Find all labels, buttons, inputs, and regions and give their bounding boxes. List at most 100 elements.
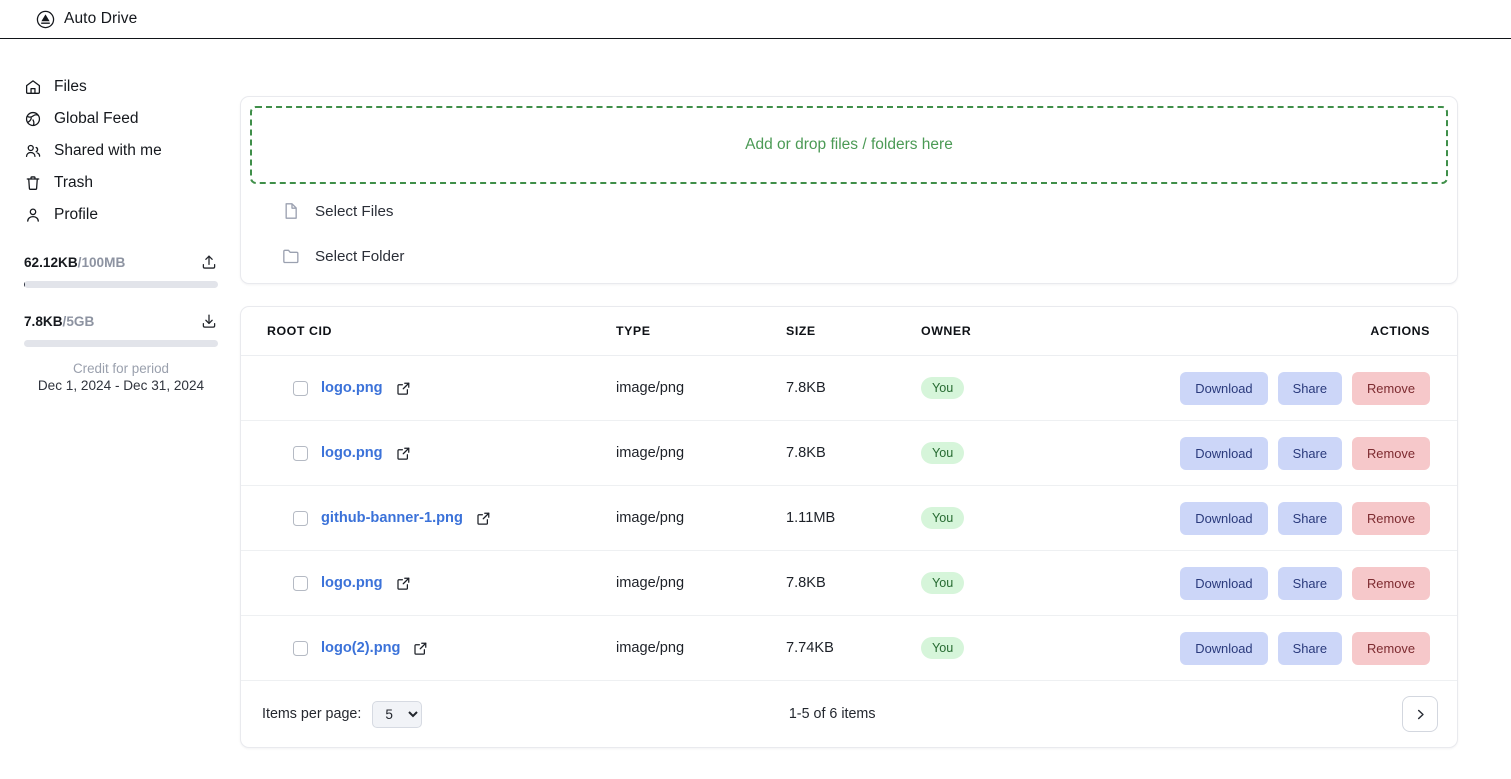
- table-row: logo.png image/png 7.8KB You Download Share Re…: [241, 355, 1457, 421]
- download-button[interactable]: Download: [1180, 371, 1268, 405]
- remove-button[interactable]: Remove: [1352, 566, 1430, 600]
- cell-root-cid: github-banner-1.png: [241, 485, 616, 551]
- download-quota-used: 7.8KB: [24, 313, 63, 329]
- external-link-icon[interactable]: [396, 576, 411, 591]
- cell-type: image/png: [616, 615, 786, 681]
- remove-button[interactable]: Remove: [1352, 501, 1430, 535]
- files-table: ROOT CID TYPE SIZE OWNER ACTIONS logo.pn…: [241, 307, 1457, 681]
- share-button[interactable]: Share: [1277, 436, 1342, 470]
- upload-quota-bar: [24, 281, 218, 288]
- trash-icon: [24, 174, 42, 192]
- share-button[interactable]: Share: [1277, 631, 1342, 665]
- cell-size: 7.74KB: [786, 615, 921, 681]
- table-row: logo.png image/png 7.8KB You Download Share Re…: [241, 420, 1457, 486]
- external-link-icon[interactable]: [476, 511, 491, 526]
- users-icon: [24, 142, 42, 160]
- owner-badge: You: [921, 507, 965, 529]
- brand[interactable]: Auto Drive: [36, 10, 137, 29]
- sidebar: Files Global Feed Shared with me Trash P…: [0, 39, 240, 779]
- next-page-button[interactable]: [1402, 696, 1438, 732]
- download-button[interactable]: Download: [1180, 631, 1268, 665]
- owner-badge: You: [921, 377, 965, 399]
- cell-size: 1.11MB: [786, 485, 921, 551]
- cell-owner: You: [921, 420, 1176, 486]
- select-files-button[interactable]: Select Files: [250, 193, 1448, 229]
- upload-panel: Add or drop files / folders here Select …: [240, 96, 1458, 284]
- row-checkbox[interactable]: [293, 640, 308, 656]
- column-header-size: SIZE: [786, 307, 921, 356]
- files-table-card: ROOT CID TYPE SIZE OWNER ACTIONS logo.pn…: [240, 306, 1458, 748]
- cell-owner: You: [921, 485, 1176, 551]
- row-checkbox[interactable]: [293, 510, 308, 526]
- app-header: Auto Drive: [0, 0, 1511, 39]
- items-per-page-select[interactable]: 5102550: [372, 700, 423, 728]
- items-per-page: Items per page: 5102550: [262, 700, 423, 728]
- file-name-link[interactable]: logo(2).png: [321, 640, 400, 656]
- sidebar-item-label: Files: [54, 78, 87, 95]
- row-checkbox[interactable]: [293, 380, 308, 396]
- column-header-root-cid: ROOT CID: [241, 307, 616, 356]
- remove-button[interactable]: Remove: [1352, 631, 1430, 665]
- cell-type: image/png: [616, 485, 786, 551]
- cell-size: 7.8KB: [786, 550, 921, 616]
- cell-type: image/png: [616, 420, 786, 486]
- owner-badge: You: [921, 572, 965, 594]
- row-checkbox[interactable]: [293, 575, 308, 591]
- sidebar-item-label: Global Feed: [54, 110, 139, 127]
- file-name-link[interactable]: logo.png: [321, 380, 383, 396]
- share-button[interactable]: Share: [1277, 501, 1342, 535]
- download-icon[interactable]: [200, 312, 218, 330]
- cell-actions: Download Share Remove: [1176, 355, 1457, 421]
- upload-quota-bar-fill: [24, 281, 25, 288]
- file-name-link[interactable]: github-banner-1.png: [321, 510, 463, 526]
- sidebar-item-label: Profile: [54, 206, 98, 223]
- select-folder-button[interactable]: Select Folder: [250, 238, 1448, 274]
- row-checkbox[interactable]: [293, 445, 308, 461]
- upload-quota-total: 100MB: [81, 254, 126, 270]
- items-per-page-label: Items per page:: [262, 706, 362, 722]
- file-name-link[interactable]: logo.png: [321, 575, 383, 591]
- upload-icon[interactable]: [200, 253, 218, 271]
- share-button[interactable]: Share: [1277, 566, 1342, 600]
- cell-size: 7.8KB: [786, 420, 921, 486]
- download-button[interactable]: Download: [1180, 436, 1268, 470]
- remove-button[interactable]: Remove: [1352, 436, 1430, 470]
- sidebar-item-global-feed[interactable]: Global Feed: [0, 103, 240, 135]
- pagination-range: 1-5 of 6 items: [788, 706, 876, 722]
- sidebar-item-files[interactable]: Files: [0, 71, 240, 103]
- sidebar-item-trash[interactable]: Trash: [0, 167, 240, 199]
- select-folder-label: Select Folder: [315, 247, 405, 265]
- download-quota-text: 7.8KB/5GB: [24, 314, 94, 329]
- table-header-row: ROOT CID TYPE SIZE OWNER ACTIONS: [241, 307, 1457, 356]
- download-button[interactable]: Download: [1180, 501, 1268, 535]
- sidebar-item-shared-with-me[interactable]: Shared with me: [0, 135, 240, 167]
- download-quota: 7.8KB/5GB: [24, 310, 218, 347]
- external-link-icon[interactable]: [396, 381, 411, 396]
- credit-period: Credit for period Dec 1, 2024 - Dec 31, …: [24, 361, 218, 393]
- file-name-link[interactable]: logo.png: [321, 445, 383, 461]
- download-quota-total: 5GB: [66, 313, 95, 329]
- remove-button[interactable]: Remove: [1352, 371, 1430, 405]
- download-quota-bar: [24, 340, 218, 347]
- auto-drive-logo-icon: [36, 10, 55, 29]
- select-files-label: Select Files: [315, 202, 394, 220]
- download-button[interactable]: Download: [1180, 566, 1268, 600]
- sidebar-item-label: Trash: [54, 174, 94, 191]
- cell-owner: You: [921, 615, 1176, 681]
- home-icon: [24, 78, 42, 96]
- credit-period-label: Credit for period: [72, 361, 169, 376]
- cell-actions: Download Share Remove: [1176, 615, 1457, 681]
- sidebar-nav: Files Global Feed Shared with me Trash P…: [0, 71, 240, 231]
- external-link-icon[interactable]: [396, 446, 411, 461]
- column-header-owner: OWNER: [921, 307, 1176, 356]
- cell-root-cid: logo.png: [241, 550, 616, 616]
- dropzone-label: Add or drop files / folders here: [745, 136, 953, 153]
- sidebar-item-profile[interactable]: Profile: [0, 199, 240, 231]
- cell-type: image/png: [616, 550, 786, 616]
- person-icon: [24, 206, 42, 224]
- table-row: logo(2).png image/png 7.74KB You Download Sha…: [241, 615, 1457, 681]
- share-button[interactable]: Share: [1277, 371, 1342, 405]
- cell-owner: You: [921, 550, 1176, 616]
- file-dropzone[interactable]: Add or drop files / folders here: [250, 106, 1448, 184]
- external-link-icon[interactable]: [413, 641, 428, 656]
